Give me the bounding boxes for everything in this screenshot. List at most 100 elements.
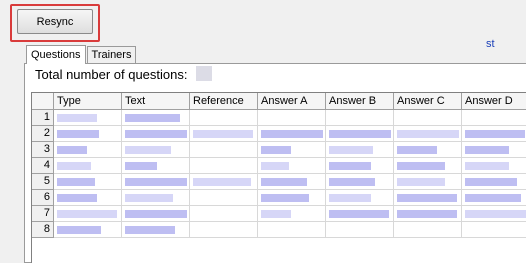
questions-grid[interactable]: Type Text Reference Answer A Answer B An… [31, 92, 526, 263]
grid-cell[interactable] [122, 174, 190, 190]
row-number[interactable]: 7 [32, 206, 54, 222]
grid-cell[interactable] [122, 142, 190, 158]
row-number[interactable]: 8 [32, 222, 54, 238]
grid-cell[interactable] [190, 110, 258, 126]
redacted-text [125, 194, 173, 202]
grid-cell[interactable] [258, 174, 326, 190]
redacted-text [57, 114, 97, 122]
redacted-text [465, 178, 517, 186]
column-header-reference[interactable]: Reference [190, 93, 258, 110]
grid-cell[interactable] [122, 110, 190, 126]
grid-cell[interactable] [462, 142, 526, 158]
grid-cell[interactable] [326, 142, 394, 158]
grid-cell[interactable] [54, 110, 122, 126]
row-number[interactable]: 6 [32, 190, 54, 206]
grid-cell[interactable] [326, 206, 394, 222]
grid-cell[interactable] [462, 110, 526, 126]
grid-cell[interactable] [462, 222, 526, 238]
row-number[interactable]: 1 [32, 110, 54, 126]
redacted-text [397, 210, 457, 218]
grid-cell[interactable] [258, 206, 326, 222]
grid-cell[interactable] [394, 110, 462, 126]
column-header-text[interactable]: Text [122, 93, 190, 110]
grid-cell[interactable] [394, 174, 462, 190]
grid-cell[interactable] [54, 158, 122, 174]
grid-cell[interactable] [258, 158, 326, 174]
grid-cell[interactable] [258, 142, 326, 158]
column-header-answer-d[interactable]: Answer D [462, 93, 526, 110]
redacted-text [193, 130, 253, 138]
column-header-answer-a[interactable]: Answer A [258, 93, 326, 110]
grid-cell[interactable] [190, 158, 258, 174]
grid-cell[interactable] [462, 174, 526, 190]
redacted-text [261, 162, 289, 170]
redacted-text [261, 210, 291, 218]
grid-cell[interactable] [462, 206, 526, 222]
grid-cell[interactable] [462, 190, 526, 206]
grid-cell[interactable] [326, 190, 394, 206]
redacted-text [329, 210, 389, 218]
grid-cell[interactable] [190, 222, 258, 238]
column-header-answer-c[interactable]: Answer C [394, 93, 462, 110]
grid-cell[interactable] [190, 206, 258, 222]
grid-cell[interactable] [326, 126, 394, 142]
grid-cell[interactable] [394, 222, 462, 238]
redacted-text [397, 178, 445, 186]
grid-cell[interactable] [326, 158, 394, 174]
grid-cell[interactable] [394, 190, 462, 206]
grid-cell[interactable] [190, 126, 258, 142]
grid-cell[interactable] [462, 158, 526, 174]
redacted-text [57, 162, 91, 170]
redacted-text [261, 146, 291, 154]
grid-cell[interactable] [258, 190, 326, 206]
tab-questions[interactable]: Questions [26, 45, 86, 64]
column-header-answer-b[interactable]: Answer B [326, 93, 394, 110]
grid-cell[interactable] [190, 142, 258, 158]
grid-cell[interactable] [326, 174, 394, 190]
grid-cell[interactable] [54, 222, 122, 238]
grid-cell[interactable] [462, 126, 526, 142]
grid-cell[interactable] [394, 158, 462, 174]
column-header-type[interactable]: Type [54, 93, 122, 110]
grid-cell[interactable] [326, 110, 394, 126]
redacted-text [397, 130, 459, 138]
redacted-text [125, 178, 187, 186]
redacted-text [329, 130, 391, 138]
redacted-text [397, 194, 457, 202]
grid-cell[interactable] [54, 142, 122, 158]
overflow-cell-text: st [486, 38, 495, 50]
resync-button[interactable]: Resync [17, 9, 93, 34]
row-number[interactable]: 3 [32, 142, 54, 158]
grid-cell[interactable] [394, 142, 462, 158]
redacted-text [57, 146, 87, 154]
redacted-text [57, 226, 101, 234]
total-questions-value-redacted [196, 66, 212, 81]
grid-cell[interactable] [122, 222, 190, 238]
grid-cell[interactable] [394, 206, 462, 222]
grid-cell[interactable] [190, 190, 258, 206]
redacted-text [261, 194, 309, 202]
grid-cell[interactable] [54, 126, 122, 142]
grid-cell[interactable] [54, 174, 122, 190]
row-number[interactable]: 5 [32, 174, 54, 190]
grid-cell[interactable] [258, 222, 326, 238]
row-number[interactable]: 2 [32, 126, 54, 142]
grid-cell[interactable] [122, 206, 190, 222]
grid-cell[interactable] [258, 126, 326, 142]
redacted-text [125, 130, 187, 138]
grid-cell[interactable] [394, 126, 462, 142]
tab-trainers[interactable]: Trainers [86, 46, 137, 63]
grid-cell[interactable] [54, 206, 122, 222]
grid-cell[interactable] [54, 190, 122, 206]
grid-cell[interactable] [122, 190, 190, 206]
grid-cell[interactable] [258, 110, 326, 126]
grid-cell[interactable] [326, 222, 394, 238]
redacted-text [465, 194, 521, 202]
row-number[interactable]: 4 [32, 158, 54, 174]
grid-cell[interactable] [190, 174, 258, 190]
redacted-text [125, 114, 180, 122]
redacted-text [57, 210, 117, 218]
grid-cell[interactable] [122, 126, 190, 142]
redacted-text [397, 146, 437, 154]
grid-cell[interactable] [122, 158, 190, 174]
